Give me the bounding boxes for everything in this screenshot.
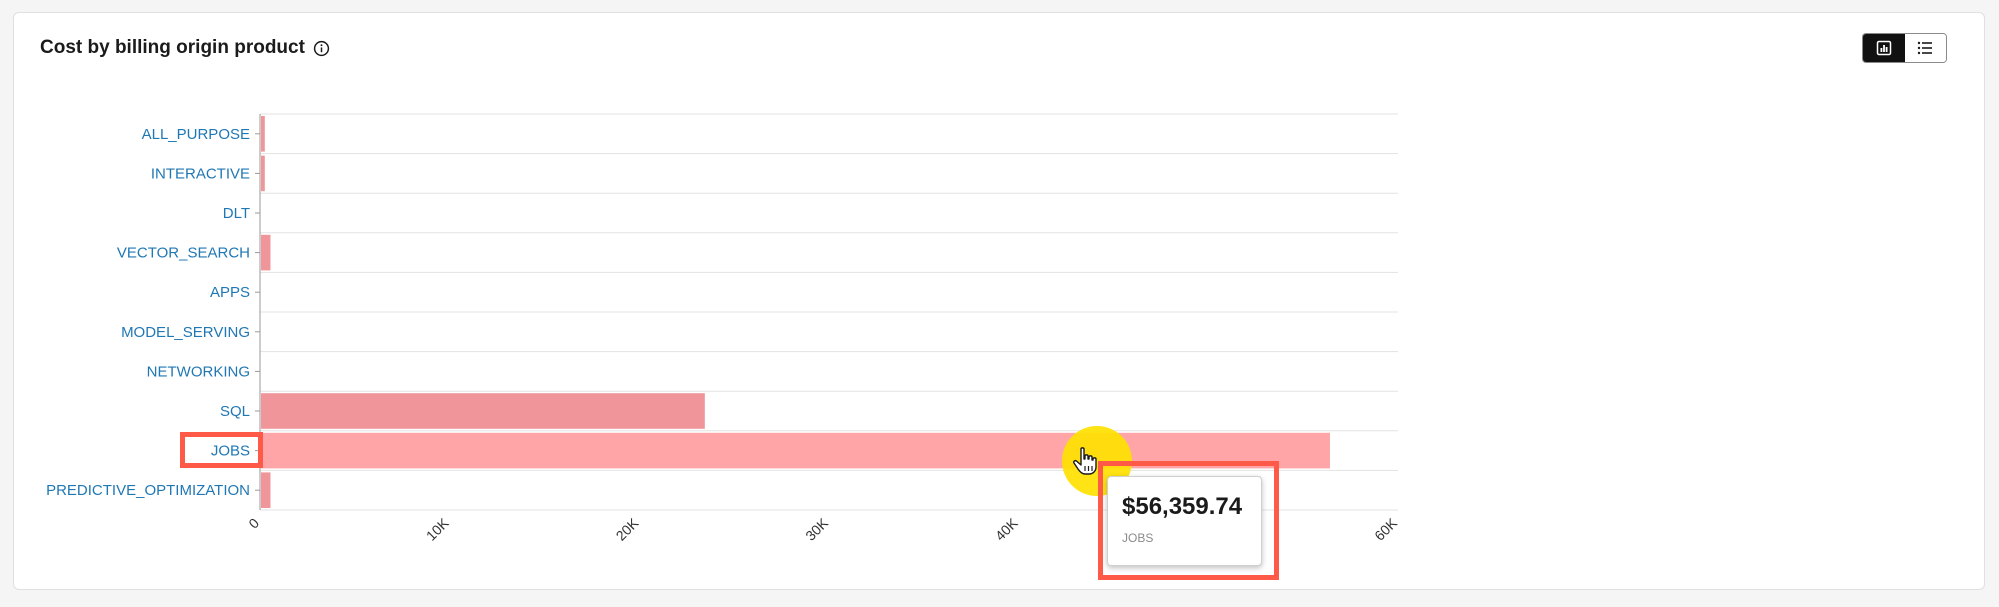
category-label-model_serving[interactable]: MODEL_SERVING [121,324,250,341]
x-tick-label: 30K [802,514,831,543]
x-tick-label: 60K [1371,514,1400,543]
bar-predictive_optimization[interactable] [261,472,271,508]
tooltip-highlight-box [1098,461,1279,580]
category-label-dlt[interactable]: DLT [223,205,250,222]
cost-bar-chart: ALL_PURPOSE INTERACTIVE DLT VECTOR_SEARCH AP… [46,113,1401,544]
hand-pointer-icon [1073,447,1097,475]
bar-interactive[interactable] [261,155,265,192]
bar-vector_search[interactable] [261,234,271,271]
bar-sql[interactable] [261,393,705,429]
category-label-networking[interactable]: NETWORKING [147,363,250,380]
bar-all_purpose[interactable] [261,116,265,152]
jobs-label-highlight-box [180,432,263,468]
x-tick-label: 10K [423,514,452,543]
x-tick-label: 20K [613,514,642,543]
x-tick-label: 40K [992,514,1021,543]
category-label-sql[interactable]: SQL [220,403,250,420]
category-label-all_purpose[interactable]: ALL_PURPOSE [142,126,250,143]
x-tick-label: 0 [245,515,262,532]
category-label-vector_search[interactable]: VECTOR_SEARCH [117,245,250,262]
category-label-interactive[interactable]: INTERACTIVE [151,165,250,182]
category-label-apps[interactable]: APPS [210,284,250,301]
category-label-predictive_optimization[interactable]: PREDICTIVE_OPTIMIZATION [46,482,250,499]
